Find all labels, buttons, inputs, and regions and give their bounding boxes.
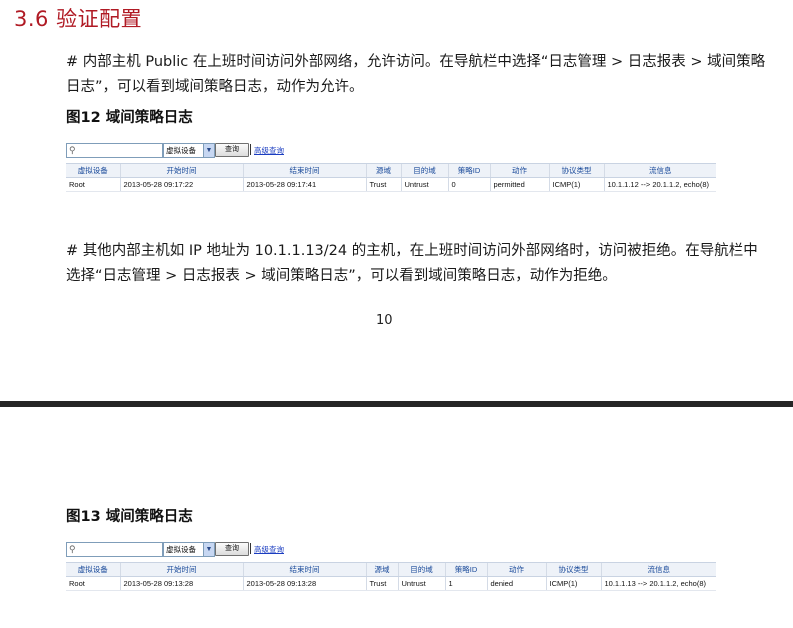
search-field[interactable]: ⚲: [66, 542, 163, 557]
paragraph-permit: # 内部主机 Public 在上班时间访问外部网络，允许访问。在导航栏中选择“日…: [66, 54, 766, 95]
figure-12-log-widget: ⚲ 虚拟设备 ▼ 查询 高级查询 虚拟设备 开始时间 结束时间 源域 目的域 策…: [66, 143, 716, 192]
search-input[interactable]: [77, 144, 157, 155]
column-header[interactable]: 动作: [489, 163, 549, 178]
log-table: 虚拟设备 开始时间 结束时间 源域 目的域 策略ID 动作 协议类型 流信息 R…: [66, 163, 716, 192]
chevron-down-icon[interactable]: ▼: [203, 144, 214, 157]
column-header[interactable]: 源域: [365, 163, 401, 178]
log-toolbar: ⚲ 虚拟设备 ▼ 查询 高级查询: [66, 542, 716, 558]
table-row[interactable]: Root 2013-05-28 09:17:22 2013-05-28 09:1…: [66, 177, 716, 192]
column-header[interactable]: 虚拟设备: [66, 562, 120, 577]
paragraph-deny: # 其他内部主机如 IP 地址为 10.1.1.13/24 的主机，在上班时间访…: [66, 243, 758, 284]
table-header-row: 虚拟设备 开始时间 结束时间 源域 目的域 策略ID 动作 协议类型 流信息: [66, 163, 716, 178]
cell-virtual-device: Root: [66, 177, 120, 192]
column-header[interactable]: 开始时间: [119, 562, 243, 577]
cell-destination-zone: Untrust: [400, 177, 448, 192]
cell-flow-info: 10.1.1.13 --> 20.1.1.2, echo(8): [600, 576, 716, 591]
cell-end-time: 2013-05-28 09:13:28: [242, 576, 366, 591]
section-heading: 3.6 验证配置: [14, 7, 143, 31]
query-button[interactable]: 查询: [215, 143, 249, 157]
column-header[interactable]: 结束时间: [242, 562, 366, 577]
divider: [250, 543, 251, 554]
page-number: 10: [376, 313, 393, 328]
column-header[interactable]: 开始时间: [119, 163, 243, 178]
cell-action: denied: [486, 576, 546, 591]
cell-source-zone: Trust: [365, 576, 398, 591]
cell-action: permitted: [489, 177, 549, 192]
figure-13-caption: 图13 域间策略日志: [66, 509, 193, 525]
column-header[interactable]: 目的域: [400, 163, 448, 178]
column-header[interactable]: 结束时间: [242, 163, 366, 178]
cell-start-time: 2013-05-28 09:13:28: [119, 576, 243, 591]
cell-source-zone: Trust: [365, 177, 401, 192]
cell-protocol: ICMP(1): [548, 177, 604, 192]
select-value: 虚拟设备: [166, 545, 196, 554]
column-header[interactable]: 虚拟设备: [66, 163, 120, 178]
column-header[interactable]: 协议类型: [545, 562, 601, 577]
column-header[interactable]: 策略ID: [444, 562, 487, 577]
query-button[interactable]: 查询: [215, 542, 249, 556]
search-icon: ⚲: [69, 145, 76, 155]
cell-protocol: ICMP(1): [545, 576, 601, 591]
cell-policy-id: 1: [444, 576, 487, 591]
advanced-query-link[interactable]: 高级查询: [254, 145, 284, 156]
column-header[interactable]: 策略ID: [447, 163, 490, 178]
column-header[interactable]: 流信息: [603, 163, 716, 178]
column-header[interactable]: 目的域: [397, 562, 445, 577]
search-input[interactable]: [77, 543, 157, 554]
column-header[interactable]: 动作: [486, 562, 546, 577]
divider: [250, 144, 251, 155]
cell-start-time: 2013-05-28 09:17:22: [119, 177, 243, 192]
figure-12-caption: 图12 域间策略日志: [66, 110, 193, 126]
table-row[interactable]: Root 2013-05-28 09:13:28 2013-05-28 09:1…: [66, 576, 716, 591]
cell-virtual-device: Root: [66, 576, 120, 591]
cell-flow-info: 10.1.1.12 --> 20.1.1.2, echo(8): [603, 177, 716, 192]
advanced-query-link[interactable]: 高级查询: [254, 544, 284, 555]
cell-end-time: 2013-05-28 09:17:41: [242, 177, 366, 192]
log-toolbar: ⚲ 虚拟设备 ▼ 查询 高级查询: [66, 143, 716, 159]
search-icon: ⚲: [69, 544, 76, 554]
chevron-down-icon[interactable]: ▼: [203, 543, 214, 556]
cell-policy-id: 0: [447, 177, 490, 192]
figure-13-log-widget: ⚲ 虚拟设备 ▼ 查询 高级查询 虚拟设备 开始时间 结束时间 源域 目的域 策…: [66, 542, 716, 591]
select-value: 虚拟设备: [166, 146, 196, 155]
log-table: 虚拟设备 开始时间 结束时间 源域 目的域 策略ID 动作 协议类型 流信息 R…: [66, 562, 716, 591]
column-header[interactable]: 源域: [365, 562, 398, 577]
virtual-device-select[interactable]: 虚拟设备 ▼: [163, 542, 215, 557]
search-field[interactable]: ⚲: [66, 143, 163, 158]
column-header[interactable]: 流信息: [600, 562, 716, 577]
table-header-row: 虚拟设备 开始时间 结束时间 源域 目的域 策略ID 动作 协议类型 流信息: [66, 562, 716, 577]
virtual-device-select[interactable]: 虚拟设备 ▼: [163, 143, 215, 158]
column-header[interactable]: 协议类型: [548, 163, 604, 178]
page-break: [0, 401, 793, 407]
cell-destination-zone: Untrust: [397, 576, 445, 591]
